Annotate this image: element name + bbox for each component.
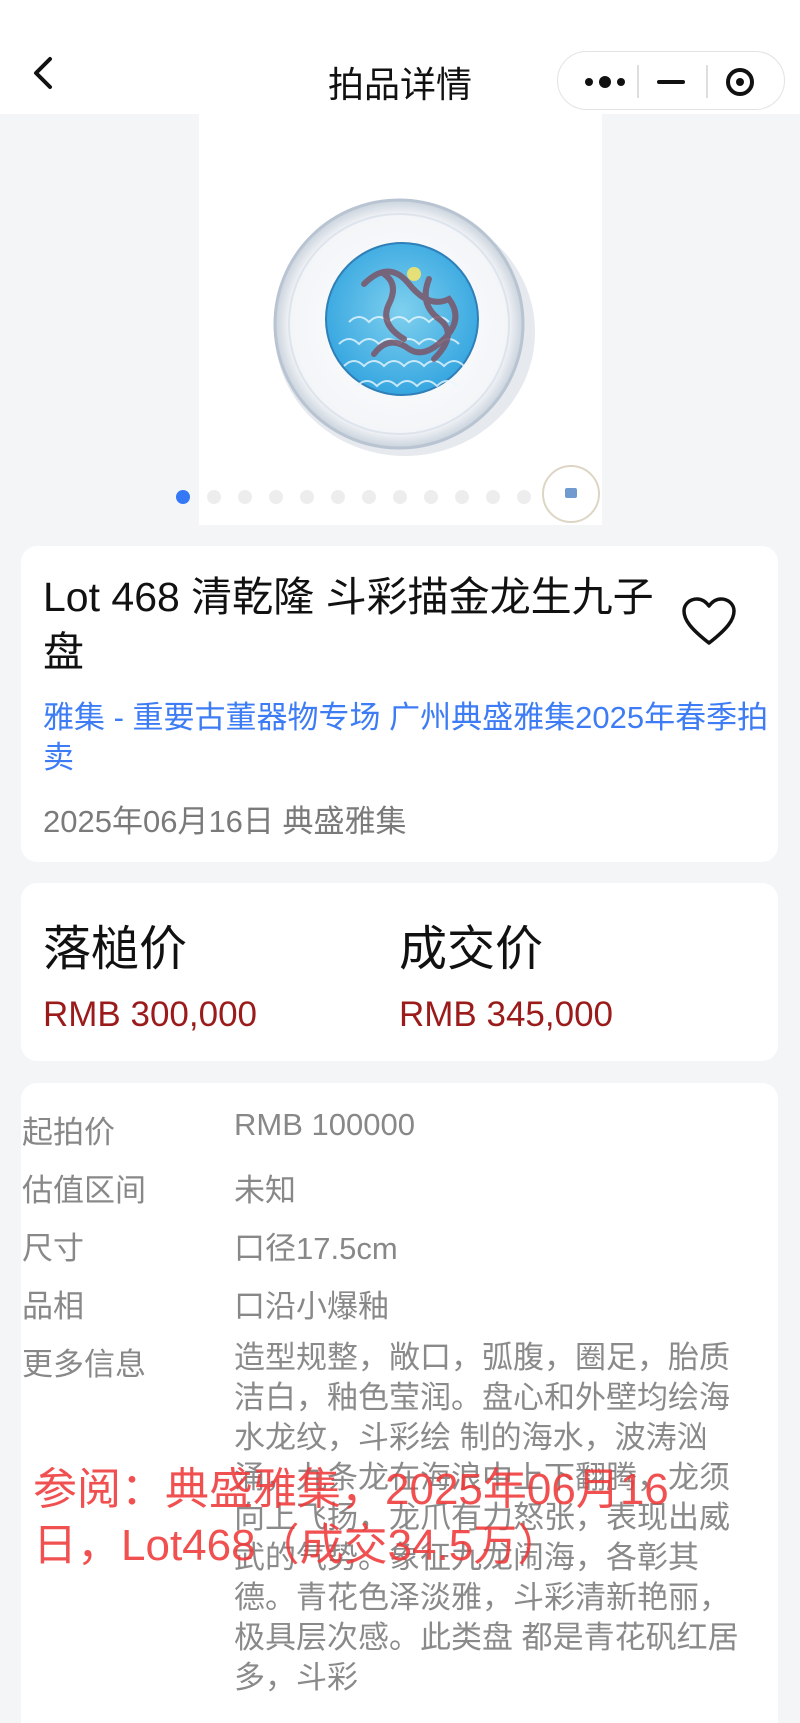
hammer-price-label: 落槌价: [43, 923, 188, 976]
detail-value: RMB 100000: [234, 1107, 415, 1142]
porcelain-plate-image: [273, 198, 535, 456]
navigation-bar: 拍品详情: [0, 0, 800, 114]
minimize-icon[interactable]: [657, 80, 685, 84]
detail-value: 未知: [234, 1173, 296, 1208]
pager-dot[interactable]: [393, 490, 407, 504]
price-card: 落槌价 RMB 300,000 成交价 RMB 345,000: [21, 883, 778, 1061]
detail-label: 更多信息: [22, 1347, 146, 1382]
gallery-thumbnail[interactable]: [542, 465, 600, 523]
pager-dot[interactable]: [362, 490, 376, 504]
detail-label: 尺寸: [22, 1231, 84, 1266]
capsule-divider: [706, 65, 708, 98]
detail-label: 估值区间: [22, 1173, 146, 1208]
more-options-icon[interactable]: [584, 72, 626, 92]
pager-dot[interactable]: [300, 490, 314, 504]
pager-dot[interactable]: [269, 490, 283, 504]
final-price-label: 成交价: [399, 923, 544, 976]
final-price-value: RMB 345,000: [399, 995, 614, 1034]
thumbnail-plate-icon: [565, 488, 577, 498]
capsule-divider: [637, 65, 639, 98]
lot-info-card: Lot 468 清乾隆 斗彩描金龙生九子盘 雅集 - 重要古董器物专场 广州典盛…: [21, 546, 778, 862]
detail-label: 起拍价: [22, 1115, 115, 1150]
lot-title: Lot 468 清乾隆 斗彩描金龙生九子盘: [43, 574, 654, 675]
detail-label: 品相: [22, 1289, 84, 1324]
close-target-icon[interactable]: [726, 68, 754, 96]
mini-program-capsule: [557, 51, 785, 110]
detail-value: 口沿小爆釉: [234, 1289, 389, 1324]
pager-dot[interactable]: [424, 490, 438, 504]
detail-value: 口径17.5cm: [234, 1231, 398, 1266]
pager-dot[interactable]: [455, 490, 469, 504]
reference-watermark: 参阅：典盛雅集，2025年06月16日，Lot468（成交34.5万）: [33, 1465, 669, 1570]
hammer-price-value: RMB 300,000: [43, 995, 258, 1034]
favorite-heart-icon[interactable]: [681, 596, 737, 648]
pager-dot[interactable]: [486, 490, 500, 504]
auction-date-house: 2025年06月16日 典盛雅集: [43, 804, 407, 839]
auction-session-link[interactable]: 雅集 - 重要古董器物专场 广州典盛雅集2025年春季拍卖: [43, 698, 783, 778]
lot-image-gallery[interactable]: [199, 114, 602, 525]
pager-dot[interactable]: [238, 490, 252, 504]
pager-dot[interactable]: [207, 490, 221, 504]
pager-dot[interactable]: [331, 490, 345, 504]
pager-dot[interactable]: [517, 490, 531, 504]
pager-dot[interactable]: [176, 490, 190, 504]
